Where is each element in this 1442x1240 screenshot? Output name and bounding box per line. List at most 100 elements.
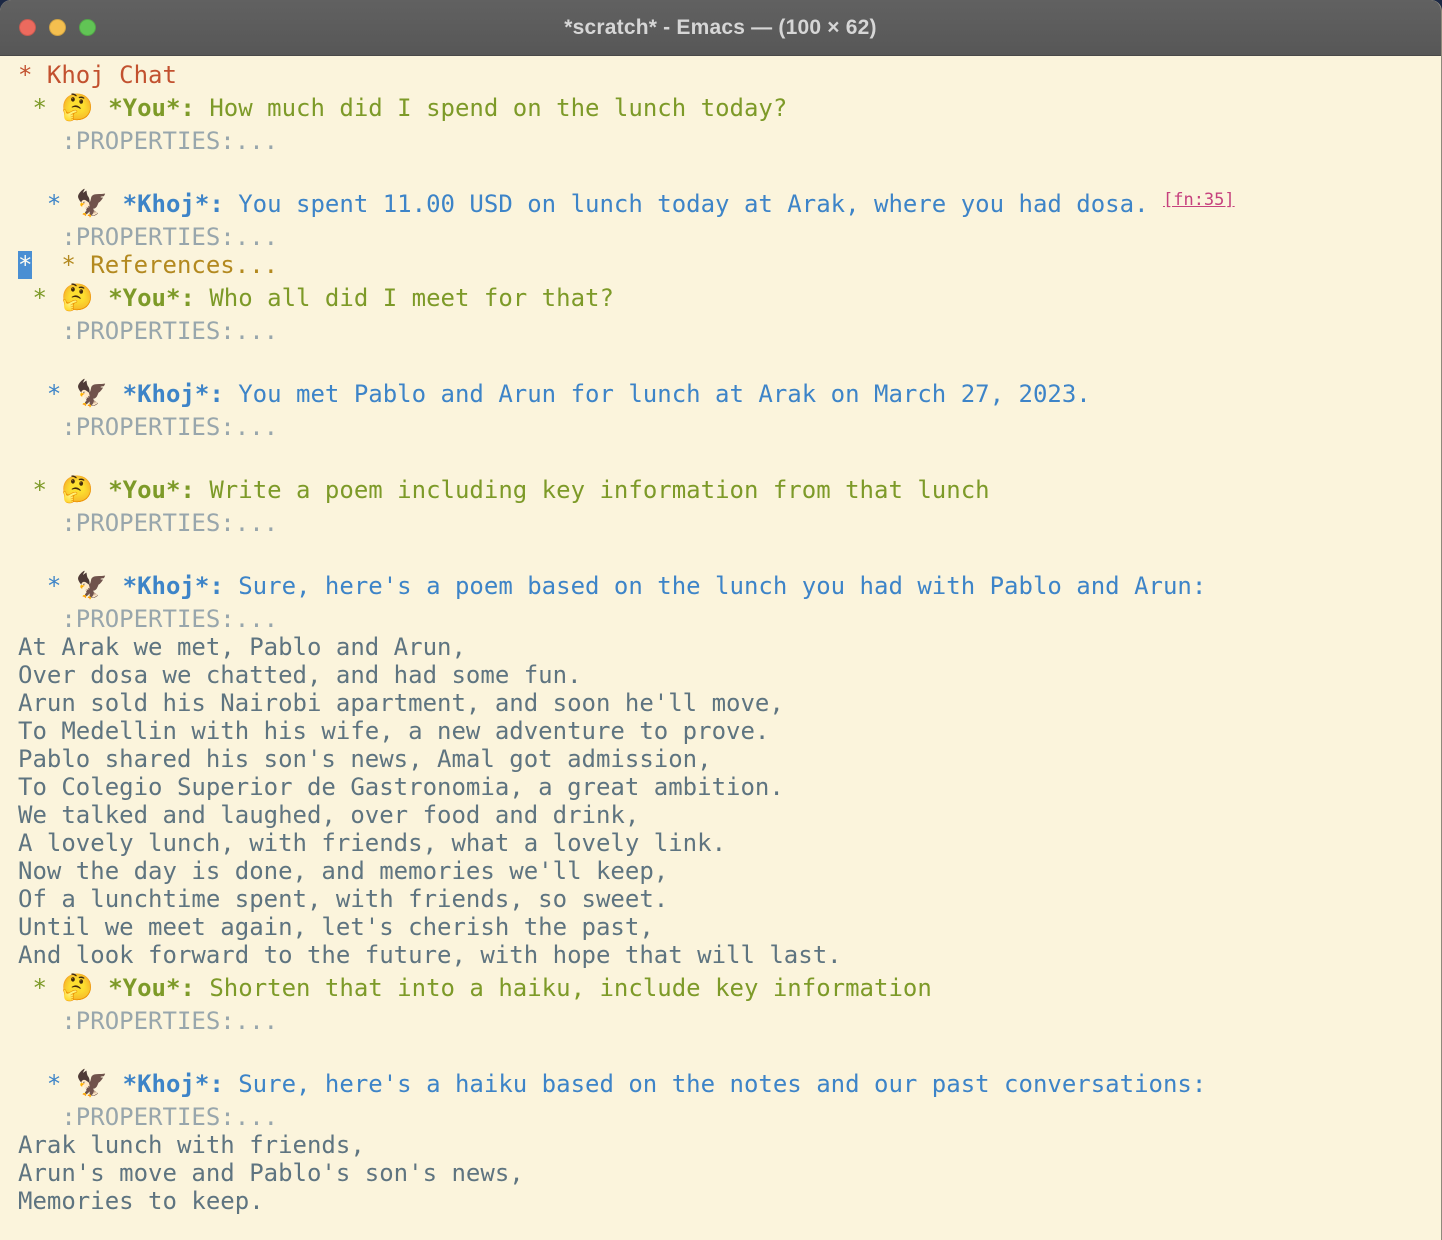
org-star: *: [18, 1070, 76, 1098]
poem-line-11: Until we meet again, let's cherish the p…: [18, 913, 654, 941]
titlebar[interactable]: *scratch* - Emacs — (100 × 62): [0, 0, 1441, 56]
org-star: *: [18, 94, 61, 122]
org-star: *: [18, 974, 61, 1002]
poem-line: Arun sold his Nairobi apartment, and soo…: [18, 689, 1441, 717]
poem-line: To Colegio Superior de Gastronomia, a gr…: [18, 773, 1441, 801]
properties-line: :PROPERTIES:...: [18, 1103, 1441, 1131]
you-message-line: * 🤔 *You*: Who all did I meet for that?: [18, 279, 1441, 317]
thinking-face-emoji: 🤔: [61, 283, 93, 313]
footnote-link[interactable]: [fn:35]: [1163, 190, 1235, 210]
khoj-answer-2: You met Pablo and Arun for lunch at Arak…: [224, 380, 1091, 408]
text-segment: [108, 572, 122, 600]
poem-line: Of a lunchtime spent, with friends, so s…: [18, 885, 1441, 913]
org-star: *: [18, 380, 76, 408]
minimize-button[interactable]: [49, 19, 66, 36]
poem-line-10: Of a lunchtime spent, with friends, so s…: [18, 885, 668, 913]
zoom-button[interactable]: [79, 19, 96, 36]
thinking-face-emoji: 🤔: [61, 973, 93, 1003]
poem-line-6: To Colegio Superior de Gastronomia, a gr…: [18, 773, 784, 801]
poem-line-2: Over dosa we chatted, and had some fun.: [18, 661, 582, 689]
eagle-emoji: 🦅: [76, 189, 108, 219]
blank-line: [18, 155, 1441, 185]
poem-line-5: Pablo shared his son's news, Amal got ad…: [18, 745, 712, 773]
emacs-window: *scratch* - Emacs — (100 × 62) * Khoj Ch…: [0, 0, 1442, 1240]
speaker-you-label: *You*:: [108, 974, 195, 1002]
org-star: *: [18, 476, 61, 504]
speaker-you-label: *You*:: [108, 94, 195, 122]
window-controls: [19, 0, 96, 55]
text-segment: [108, 1070, 122, 1098]
poem-line: Over dosa we chatted, and had some fun.: [18, 661, 1441, 689]
poem-line-1: At Arak we met, Pablo and Arun,: [18, 633, 466, 661]
khoj-message-line: * 🦅 *Khoj*: Sure, here's a haiku based o…: [18, 1065, 1441, 1103]
poem-line-12: And look forward to the future, with hop…: [18, 941, 842, 969]
properties-drawer-folded[interactable]: :PROPERTIES:...: [18, 127, 278, 155]
text-segment: [32, 251, 61, 279]
poem-line: We talked and laughed, over food and dri…: [18, 801, 1441, 829]
blank-line: [18, 345, 1441, 375]
text-segment: [94, 284, 108, 312]
khoj-answer-1: You spent 11.00 USD on lunch today at Ar…: [224, 190, 1163, 218]
properties-line: :PROPERTIES:...: [18, 223, 1441, 251]
you-message-line: * 🤔 *You*: Shorten that into a haiku, in…: [18, 969, 1441, 1007]
poem-line-7: We talked and laughed, over food and dri…: [18, 801, 639, 829]
speaker-khoj-label: *Khoj*:: [123, 190, 224, 218]
properties-line: :PROPERTIES:...: [18, 1007, 1441, 1035]
khoj-message-line: * 🦅 *Khoj*: Sure, here's a poem based on…: [18, 567, 1441, 605]
properties-drawer-folded[interactable]: :PROPERTIES:...: [18, 509, 278, 537]
poem-line: Now the day is done, and memories we'll …: [18, 857, 1441, 885]
text-cursor: *: [18, 251, 32, 279]
poem-line-3: Arun sold his Nairobi apartment, and soo…: [18, 689, 784, 717]
properties-drawer-folded[interactable]: :PROPERTIES:...: [18, 1007, 278, 1035]
poem-line: Pablo shared his son's news, Amal got ad…: [18, 745, 1441, 773]
properties-line: :PROPERTIES:...: [18, 509, 1441, 537]
haiku-line-1: Arak lunch with friends,: [18, 1131, 365, 1159]
window-title: *scratch* - Emacs — (100 × 62): [564, 16, 876, 40]
haiku-line-2: Arun's move and Pablo's son's news,: [18, 1159, 524, 1187]
references-line: * * References...: [18, 251, 1441, 279]
text-segment: [94, 94, 108, 122]
blank-line: [18, 1035, 1441, 1065]
khoj-message-line: * 🦅 *Khoj*: You met Pablo and Arun for l…: [18, 375, 1441, 413]
poem-line: And look forward to the future, with hop…: [18, 941, 1441, 969]
poem-line-8: A lovely lunch, with friends, what a lov…: [18, 829, 726, 857]
poem-line: To Medellin with his wife, a new adventu…: [18, 717, 1441, 745]
properties-line: :PROPERTIES:...: [18, 317, 1441, 345]
org-star: *: [18, 284, 61, 312]
poem-line-9: Now the day is done, and memories we'll …: [18, 857, 668, 885]
poem-line: At Arak we met, Pablo and Arun,: [18, 633, 1441, 661]
org-star: *: [18, 190, 76, 218]
speaker-khoj-label: *Khoj*:: [123, 1070, 224, 1098]
haiku-line: Arak lunch with friends,: [18, 1131, 1441, 1159]
org-heading-khoj-chat: * Khoj Chat: [18, 61, 1441, 89]
blank-line: [18, 537, 1441, 567]
buffer[interactable]: * Khoj Chat * 🤔 *You*: How much did I sp…: [0, 56, 1441, 1215]
properties-line: :PROPERTIES:...: [18, 605, 1441, 633]
poem-line-4: To Medellin with his wife, a new adventu…: [18, 717, 769, 745]
references-heading-folded[interactable]: * References...: [61, 251, 278, 279]
you-question-3: Write a poem including key information f…: [195, 476, 990, 504]
properties-line: :PROPERTIES:...: [18, 413, 1441, 441]
poem-line: A lovely lunch, with friends, what a lov…: [18, 829, 1441, 857]
org-star: *: [18, 572, 76, 600]
speaker-khoj-label: *Khoj*:: [123, 572, 224, 600]
text-segment: [108, 380, 122, 408]
thinking-face-emoji: 🤔: [61, 93, 93, 123]
you-question-4: Shorten that into a haiku, include key i…: [195, 974, 932, 1002]
you-message-line: * 🤔 *You*: How much did I spend on the l…: [18, 89, 1441, 127]
properties-drawer-folded[interactable]: :PROPERTIES:...: [18, 1103, 278, 1131]
blank-line: [18, 441, 1441, 471]
you-message-line: * 🤔 *You*: Write a poem including key in…: [18, 471, 1441, 509]
close-button[interactable]: [19, 19, 36, 36]
eagle-emoji: 🦅: [76, 1069, 108, 1099]
properties-drawer-folded[interactable]: :PROPERTIES:...: [18, 605, 278, 633]
you-question-1: How much did I spend on the lunch today?: [195, 94, 787, 122]
speaker-khoj-label: *Khoj*:: [123, 380, 224, 408]
poem-line: Until we meet again, let's cherish the p…: [18, 913, 1441, 941]
properties-drawer-folded[interactable]: :PROPERTIES:...: [18, 317, 278, 345]
khoj-chat-title: * Khoj Chat: [18, 61, 177, 89]
properties-drawer-folded[interactable]: :PROPERTIES:...: [18, 223, 278, 251]
properties-line: :PROPERTIES:...: [18, 127, 1441, 155]
khoj-message-line: * 🦅 *Khoj*: You spent 11.00 USD on lunch…: [18, 185, 1441, 223]
properties-drawer-folded[interactable]: :PROPERTIES:...: [18, 413, 278, 441]
